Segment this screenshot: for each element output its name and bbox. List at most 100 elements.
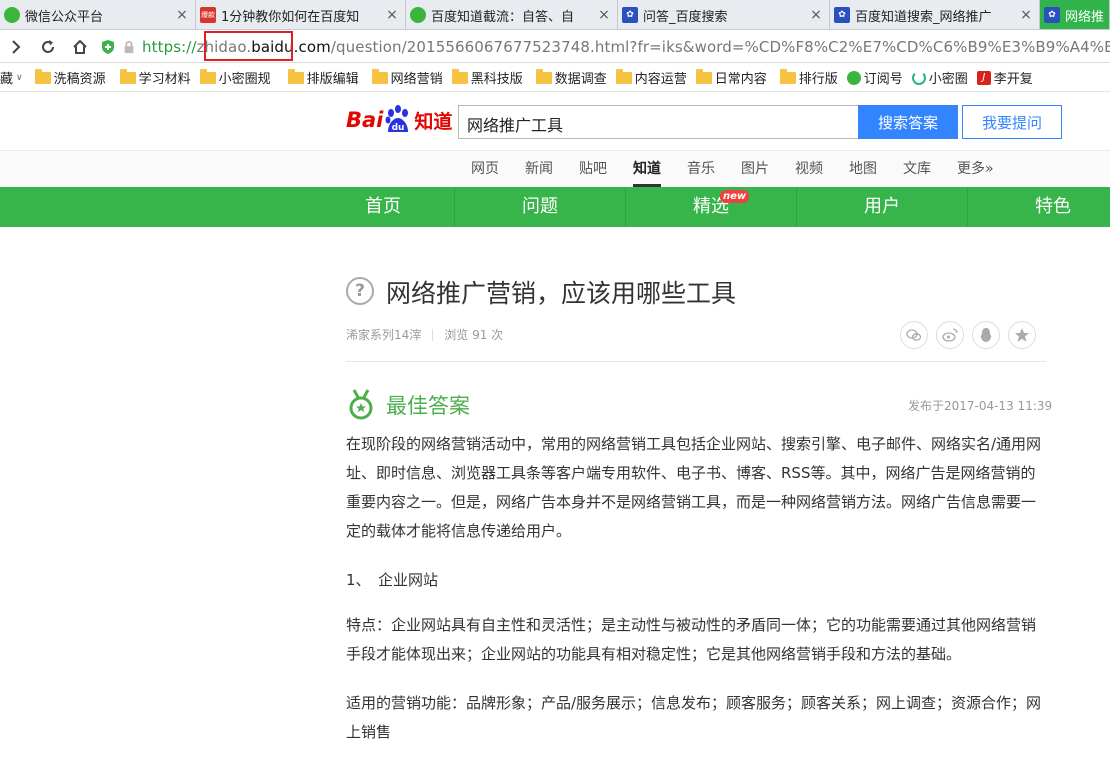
close-icon[interactable]: × — [173, 7, 191, 23]
tab-qa-search[interactable]: ✿ 问答_百度搜索 × — [618, 0, 830, 29]
nav-special[interactable]: 特色 — [967, 187, 1110, 227]
search-input[interactable]: 网络推广工具 — [458, 105, 858, 139]
home-button[interactable] — [64, 31, 96, 63]
chevron-down-icon: ∨ — [16, 72, 23, 83]
folder-icon — [535, 68, 552, 84]
baidu-zhidao-logo[interactable]: Bai du 知道 — [346, 103, 452, 137]
ask-question-button[interactable]: 我要提问 — [962, 105, 1062, 139]
channel-news[interactable]: 新闻 — [525, 151, 553, 187]
new-badge: new — [720, 190, 750, 203]
search-answer-button[interactable]: 搜索答案 — [858, 105, 958, 139]
share-qq-button[interactable] — [972, 321, 1000, 349]
forward-button[interactable] — [0, 31, 32, 63]
chevron-right-icon — [12, 39, 21, 54]
folder-icon — [34, 68, 51, 84]
url-scheme: https:// — [142, 37, 197, 56]
question-title: 网络推广营销，应该用哪些工具 — [386, 279, 737, 308]
close-icon[interactable]: × — [595, 7, 613, 23]
bookmark-circle[interactable]: 小密圈 — [911, 68, 968, 87]
share-wechat-button[interactable] — [900, 321, 928, 349]
folder-icon — [695, 68, 712, 84]
nav-users[interactable]: 用户 — [796, 187, 967, 227]
bookmarks-bar: 藏 ∨ 洗稿资源 学习材料 小密圈规 排版编辑 网络营销 黑科技版 数据调查 内容… — [0, 64, 1110, 92]
bookmark-subscription[interactable]: 订阅号 — [846, 68, 903, 87]
baidu-paw-icon: ✿ — [622, 7, 638, 23]
bookmark-folder[interactable]: 排行版 — [779, 68, 838, 87]
channel-more[interactable]: 更多» — [957, 151, 994, 187]
bookmark-folder[interactable]: 内容运营 — [615, 68, 687, 87]
qq-penguin-icon — [980, 328, 992, 342]
channel-video[interactable]: 视频 — [795, 151, 823, 187]
logo-zhidao: 知道 — [414, 110, 453, 133]
tab-zhidao-traffic[interactable]: 百度知道截流：自答、自 × — [406, 0, 618, 29]
reload-button[interactable] — [32, 31, 64, 63]
bookmarks-menu[interactable]: 藏 ∨ — [0, 68, 23, 87]
ring-icon — [911, 70, 926, 85]
wechat-icon — [4, 7, 20, 23]
bookmark-folder[interactable]: 黑科技版 — [451, 68, 523, 87]
zhidao-main-nav: 首页 问题 精选 new 用户 特色 — [0, 187, 1110, 227]
bookmark-folder[interactable]: 小密圈规 — [199, 68, 271, 87]
nav-home[interactable]: 首页 — [312, 187, 454, 227]
bookmark-label: 李开复 — [993, 72, 1033, 87]
bookmark-folder[interactable]: 学习材料 — [119, 68, 191, 87]
channel-nav: 网页 新闻 贴吧 知道 音乐 图片 视频 地图 文库 更多» — [0, 150, 1110, 187]
answer-paragraph: 在现阶段的网络营销活动中，常用的网络营销工具包括企业网站、搜索引擎、电子邮件、网… — [346, 435, 1042, 540]
bookmark-li-kaifu[interactable]: J 李开复 — [976, 68, 1033, 87]
nav-featured[interactable]: 精选 new — [625, 187, 796, 227]
address-bar: https://zhidao.baidu.com/question/201556… — [0, 31, 1110, 63]
baidu-paw-icon: ✿ — [834, 7, 850, 23]
nav-questions[interactable]: 问题 — [454, 187, 625, 227]
bookmark-folder[interactable]: 数据调查 — [535, 68, 607, 87]
channel-music[interactable]: 音乐 — [687, 151, 715, 187]
url-path: /question/2015566067677523748.html?fr=ik… — [330, 37, 1110, 56]
meta-divider — [432, 328, 434, 341]
close-icon[interactable]: × — [1017, 7, 1035, 23]
bookmark-folder[interactable]: 排版编辑 — [287, 68, 359, 87]
answer-paragraph: 适用的营销功能：品牌形象；产品/服务展示；信息发布；顾客服务；顾客关系；网上调查… — [346, 694, 1042, 741]
tab-baidu-tutorial[interactable]: 爆款 1分钟教你如何在百度知 × — [196, 0, 406, 29]
shield-icon[interactable] — [100, 39, 116, 55]
close-icon[interactable]: × — [383, 7, 401, 23]
close-icon[interactable]: × — [807, 7, 825, 23]
channel-zhidao[interactable]: 知道 — [633, 151, 661, 187]
baidu-paw-icon: ✿ — [1044, 7, 1060, 23]
channel-web[interactable]: 网页 — [471, 151, 499, 187]
channel-images[interactable]: 图片 — [741, 151, 769, 187]
logo-bai: Bai — [346, 108, 384, 132]
red-favicon: 爆款 — [200, 7, 216, 23]
question-views: 浏览 91 次 — [444, 328, 504, 342]
highlight-box — [204, 31, 293, 61]
lock-icon — [124, 40, 134, 53]
favorite-star-button[interactable] — [1008, 321, 1036, 349]
bookmark-folder[interactable]: 网络营销 — [371, 68, 443, 87]
publish-date: 发布于2017-04-13 11:39 — [908, 399, 1053, 413]
channel-map[interactable]: 地图 — [849, 151, 877, 187]
tab-label: 微信公众平台 — [25, 9, 104, 25]
answer-paragraph: 特点：企业网站具有自主性和灵活性；是主动性与被动性的矛盾同一体；它的功能需要通过… — [346, 616, 1037, 663]
tab-zhidao-search[interactable]: ✿ 百度知道搜索_网络推广 × — [830, 0, 1040, 29]
share-weibo-button[interactable] — [936, 321, 964, 349]
channel-tieba[interactable]: 贴吧 — [579, 151, 607, 187]
bookmark-label: 学习材料 — [138, 72, 191, 87]
folder-icon — [615, 68, 632, 84]
bookmark-folder[interactable]: 日常内容 — [695, 68, 767, 87]
bookmark-folder[interactable]: 洗稿资源 — [34, 68, 106, 87]
bookmarks-menu-label: 藏 — [0, 72, 14, 87]
wechat-icon — [846, 70, 861, 85]
question-author[interactable]: 浠家系列14滓 — [346, 326, 421, 343]
baidu-paw-icon: du — [384, 105, 412, 135]
bookmark-label: 数据调查 — [554, 72, 607, 87]
tab-active-network-promo[interactable]: ✿ 网络推 — [1040, 0, 1110, 29]
bookmark-label: 排版编辑 — [306, 72, 359, 87]
best-answer-title: 最佳答案 — [386, 394, 470, 418]
weibo-icon — [942, 328, 958, 342]
answer-body: 在现阶段的网络营销活动中，常用的网络营销工具包括企业网站、搜索引擎、电子邮件、网… — [346, 430, 1046, 759]
channel-wenku[interactable]: 文库 — [903, 151, 931, 187]
question-meta: 浠家系列14滓 浏览 91 次 — [346, 326, 503, 343]
answer-heading: 1、 企业网站 — [346, 571, 439, 589]
logo-du: du — [392, 123, 405, 133]
bookmark-label: 小密圈 — [928, 72, 968, 87]
bookmark-label: 排行版 — [798, 72, 838, 87]
tab-wechat-platform[interactable]: 微信公众平台 × — [0, 0, 196, 29]
